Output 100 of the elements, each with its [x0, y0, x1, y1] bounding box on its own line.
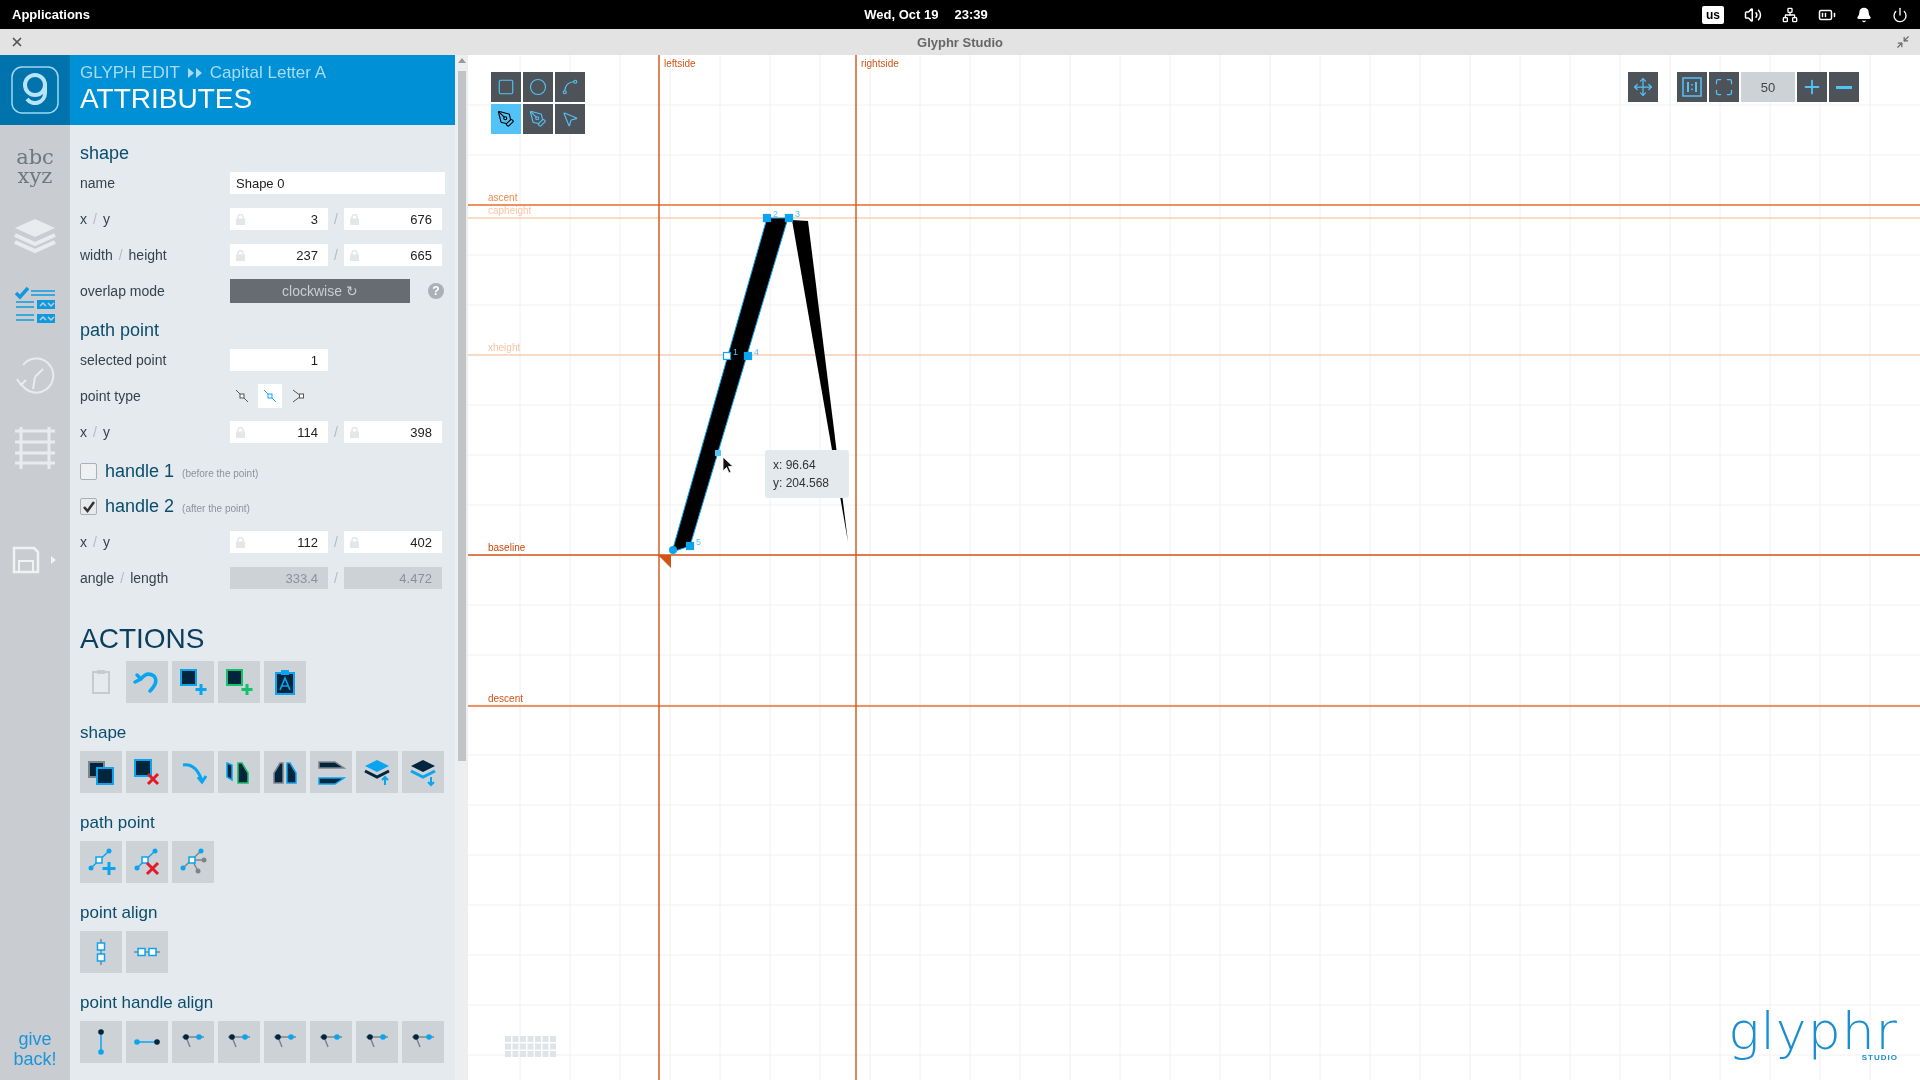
number-field[interactable]: 1 — [230, 349, 328, 371]
lock-icon — [236, 249, 245, 261]
separator-slash: / — [93, 424, 97, 440]
guide-label: baseline — [488, 542, 526, 553]
handle-label: handle 1 — [105, 461, 175, 482]
zoom-field[interactable]: 50 — [1741, 72, 1795, 102]
field-label: x — [80, 424, 87, 440]
handle-point[interactable] — [715, 450, 721, 456]
field-label: y — [102, 534, 110, 550]
curve-icon — [561, 78, 579, 96]
actual-size-button[interactable] — [1677, 72, 1707, 102]
action-button[interactable] — [264, 661, 306, 703]
cursor-arrow-icon — [722, 456, 734, 474]
line-node-icon — [262, 388, 278, 404]
guide-label: leftside — [664, 58, 696, 69]
scrollbar-thumb[interactable] — [457, 71, 466, 761]
window-title: Glyphr Studio — [916, 34, 1004, 50]
field-label: x — [80, 534, 87, 550]
action-button[interactable] — [402, 751, 444, 793]
number-field[interactable]: 665 — [343, 244, 442, 266]
lock-icon — [349, 426, 359, 438]
network-icon[interactable] — [1782, 6, 1798, 23]
actions-heading: ACTIONS — [80, 623, 206, 655]
lock-icon — [236, 426, 245, 438]
field-label: angle — [80, 570, 115, 586]
guide-label: rightside — [861, 58, 899, 69]
origin-marker — [658, 555, 671, 568]
zoom-in-button[interactable] — [1797, 72, 1827, 102]
close-icon[interactable] — [10, 35, 24, 49]
separator-slash: / — [334, 247, 338, 263]
checkbox[interactable] — [80, 463, 97, 480]
pointer-icon — [561, 110, 579, 128]
separator-slash: / — [334, 570, 338, 586]
action-button[interactable] — [310, 751, 352, 793]
path-point[interactable] — [743, 351, 753, 361]
logo-tile[interactable] — [0, 55, 70, 125]
lock-icon — [349, 536, 359, 548]
restore-icon[interactable] — [1896, 35, 1910, 49]
tool-button[interactable] — [491, 104, 521, 134]
square-icon — [497, 78, 515, 96]
point-number: 1 — [733, 347, 738, 357]
zoom-out-button[interactable] — [1829, 72, 1859, 102]
action-button[interactable] — [264, 751, 306, 793]
power-icon[interactable] — [1892, 6, 1908, 23]
line-node-icon — [234, 388, 250, 404]
node-plus-icon — [86, 847, 116, 877]
text-field[interactable]: Shape 0 — [230, 172, 445, 194]
field-label: width — [80, 247, 113, 263]
layers-up-icon — [362, 757, 392, 787]
minus-icon — [1836, 85, 1852, 89]
action-button[interactable] — [80, 751, 122, 793]
path-point[interactable] — [685, 541, 695, 551]
group-heading: point align — [80, 903, 159, 923]
one-to-one-icon — [1682, 77, 1702, 97]
section-heading: path point — [80, 320, 161, 341]
pan-button[interactable] — [1628, 72, 1658, 102]
handle-point[interactable] — [669, 546, 677, 554]
group-heading: point handle align — [80, 993, 215, 1013]
handle-label: handle 2 — [105, 496, 175, 517]
fit-button[interactable] — [1709, 72, 1739, 102]
square-delete-icon — [132, 757, 162, 787]
applications-menu[interactable]: Applications — [12, 7, 90, 22]
volume-icon[interactable] — [1744, 5, 1762, 24]
action-button[interactable] — [356, 751, 398, 793]
keyboard-layout-indicator[interactable]: us — [1702, 5, 1724, 24]
guide-label: descent — [488, 693, 524, 704]
action-button[interactable] — [218, 751, 260, 793]
action-button[interactable] — [172, 661, 214, 703]
path-point[interactable] — [722, 351, 732, 361]
section-heading: shape — [80, 143, 131, 164]
number-field[interactable]: 402 — [343, 531, 442, 553]
number-field[interactable]: 237 — [230, 244, 328, 266]
checkbox[interactable] — [80, 498, 97, 515]
path-point[interactable] — [762, 213, 772, 223]
handle-line-icon — [134, 1039, 160, 1045]
field-label: overlap mode — [80, 283, 166, 299]
layers-down-icon — [408, 757, 438, 787]
clock-text: 23:39 — [954, 7, 988, 22]
number-field[interactable]: 676 — [343, 208, 442, 230]
action-button[interactable] — [218, 661, 260, 703]
separator-slash: / — [120, 570, 125, 586]
number-field[interactable]: 3 — [230, 208, 328, 230]
scroll-up-arrow-icon[interactable] — [457, 57, 466, 63]
point-number: 2 — [773, 209, 778, 219]
guide-label: capheight — [488, 205, 532, 216]
number-field[interactable]: 398 — [343, 421, 442, 443]
point-number: 4 — [754, 347, 759, 357]
path-point[interactable] — [784, 213, 794, 223]
move-icon — [1633, 77, 1653, 97]
breadcrumb-glyph: Capital Letter A — [209, 63, 327, 83]
number-field[interactable]: 112 — [230, 531, 328, 553]
notification-icon[interactable] — [1856, 6, 1872, 23]
number-field[interactable]: 114 — [230, 421, 328, 443]
grid-icon — [13, 425, 57, 469]
tooltip-line: x: 96.64 — [773, 457, 817, 474]
group-heading: path point — [80, 813, 156, 833]
separator-slash: / — [334, 424, 338, 440]
point-number: 5 — [696, 537, 701, 547]
handle-note: (before the point) — [182, 468, 259, 479]
action-button[interactable] — [126, 751, 168, 793]
